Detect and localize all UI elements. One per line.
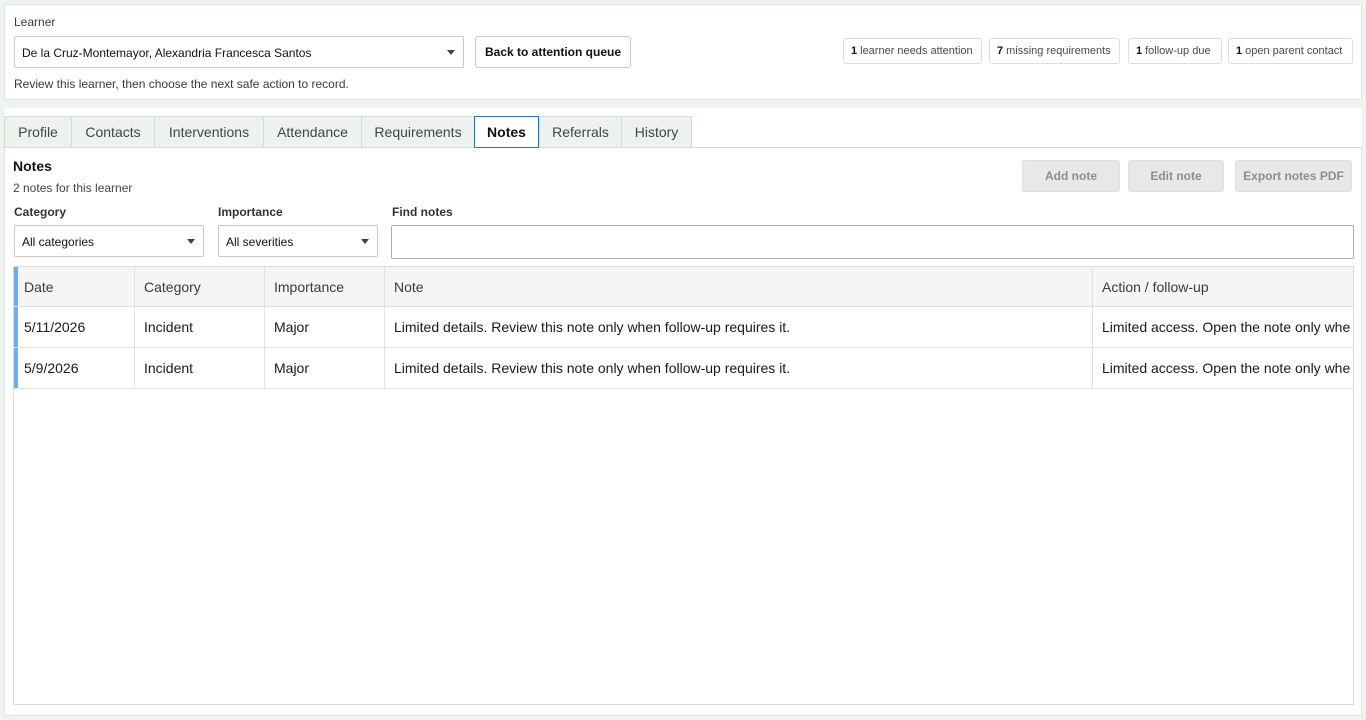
chevron-down-icon bbox=[361, 239, 369, 244]
category-select-value: All categories bbox=[22, 235, 95, 249]
notes-table: Date Category Importance Note Action / f… bbox=[13, 266, 1354, 705]
stat-count: 1 bbox=[1236, 45, 1243, 57]
export-notes-pdf-button[interactable]: Export notes PDF bbox=[1235, 160, 1352, 192]
notes-title: Notes bbox=[13, 158, 52, 174]
chevron-down-icon bbox=[187, 239, 195, 244]
category-select[interactable]: All categories bbox=[14, 225, 204, 257]
table-row[interactable]: 5/11/2026 Incident Major Limited details… bbox=[14, 307, 1353, 348]
chevron-down-icon bbox=[447, 50, 455, 55]
notes-section: Notes 2 notes for this learner Add note … bbox=[4, 148, 1362, 716]
table-header: Date Category Importance Note Action / f… bbox=[14, 267, 1353, 307]
cell-date: 5/9/2026 bbox=[24, 360, 79, 376]
cell-importance: Major bbox=[264, 348, 384, 388]
stat-label: follow-up due bbox=[1145, 45, 1211, 57]
tab-attendance[interactable]: Attendance bbox=[263, 116, 361, 148]
instruction-text: Review this learner, then choose the nex… bbox=[14, 77, 349, 91]
find-notes-input[interactable] bbox=[391, 225, 1354, 259]
stat-label: learner needs attention bbox=[860, 45, 973, 57]
column-header-action[interactable]: Action / follow-up bbox=[1092, 267, 1353, 306]
stat-open-parent-contact: 1 open parent contact bbox=[1228, 38, 1353, 64]
importance-label: Importance bbox=[218, 205, 283, 219]
cell-action: Limited access. Open the note only whe bbox=[1092, 307, 1353, 347]
learner-panel: Learner De la Cruz-Montemayor, Alexandri… bbox=[4, 4, 1362, 100]
category-label: Category bbox=[14, 205, 67, 219]
tab-profile[interactable]: Profile bbox=[4, 116, 71, 148]
edit-note-button[interactable]: Edit note bbox=[1128, 160, 1224, 192]
tab-interventions[interactable]: Interventions bbox=[154, 116, 263, 148]
tab-requirements[interactable]: Requirements bbox=[361, 116, 474, 148]
main-panel: Profile Contacts Interventions Attendanc… bbox=[4, 108, 1362, 716]
column-header-note[interactable]: Note bbox=[384, 267, 1092, 306]
stat-count: 1 bbox=[1136, 45, 1143, 57]
column-header-importance[interactable]: Importance bbox=[264, 267, 384, 306]
stat-label: missing requirements bbox=[1006, 45, 1111, 57]
tab-contacts[interactable]: Contacts bbox=[71, 116, 154, 148]
stat-label: open parent contact bbox=[1245, 45, 1343, 57]
learner-select[interactable]: De la Cruz-Montemayor, Alexandria France… bbox=[14, 36, 464, 68]
back-to-queue-button[interactable]: Back to attention queue bbox=[475, 36, 631, 68]
cell-action: Limited access. Open the note only whe bbox=[1092, 348, 1353, 388]
cell-date: 5/11/2026 bbox=[24, 319, 86, 335]
column-header-date[interactable]: Date bbox=[14, 267, 134, 306]
table-row[interactable]: 5/9/2026 Incident Major Limited details.… bbox=[14, 348, 1353, 389]
importance-select-value: All severities bbox=[226, 235, 294, 249]
tab-history[interactable]: History bbox=[621, 116, 692, 148]
cell-importance: Major bbox=[264, 307, 384, 347]
learner-label: Learner bbox=[14, 15, 56, 29]
stat-follow-up-due: 1 follow-up due bbox=[1128, 38, 1222, 64]
tab-referrals[interactable]: Referrals bbox=[539, 116, 621, 148]
stat-missing-requirements: 7 missing requirements bbox=[989, 38, 1120, 64]
find-notes-label: Find notes bbox=[392, 205, 453, 219]
cell-note: Limited details. Review this note only w… bbox=[384, 307, 1092, 347]
stat-count: 7 bbox=[997, 45, 1004, 57]
stat-learner-attention: 1 learner needs attention bbox=[843, 38, 982, 64]
cell-note: Limited details. Review this note only w… bbox=[384, 348, 1092, 388]
learner-select-value: De la Cruz-Montemayor, Alexandria France… bbox=[22, 46, 312, 60]
notes-count: 2 notes for this learner bbox=[13, 181, 133, 195]
add-note-button[interactable]: Add note bbox=[1022, 160, 1120, 192]
stat-count: 1 bbox=[851, 45, 858, 57]
cell-category: Incident bbox=[134, 348, 264, 388]
cell-category: Incident bbox=[134, 307, 264, 347]
column-header-category[interactable]: Category bbox=[134, 267, 264, 306]
tab-notes[interactable]: Notes bbox=[474, 116, 539, 148]
importance-select[interactable]: All severities bbox=[218, 225, 378, 257]
